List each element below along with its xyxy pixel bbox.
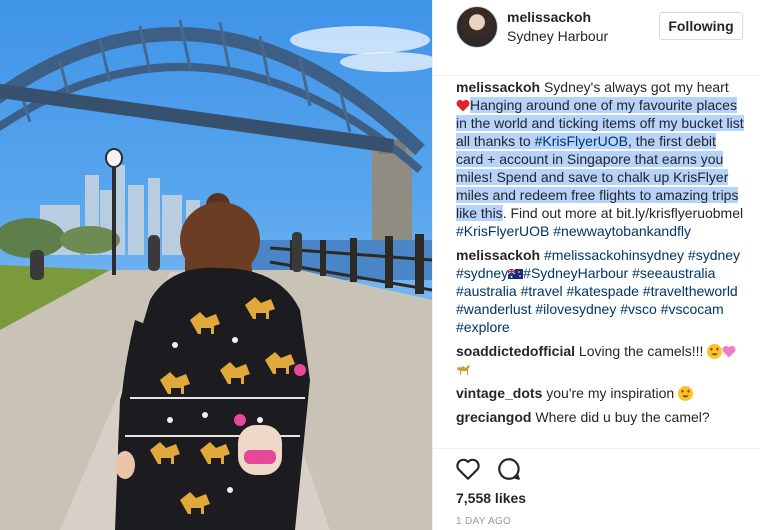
post-photo[interactable] xyxy=(0,0,432,530)
caption-text-start: Sydney's always got my heart xyxy=(540,79,729,95)
post-actions: 7,558 likes 1 DAY AGO xyxy=(433,448,760,530)
comment: melissackoh #melissackohinsydney #sydney… xyxy=(456,246,746,336)
comment-username[interactable]: greciangod xyxy=(456,409,531,425)
likes-count[interactable]: 7,558 likes xyxy=(456,490,526,506)
caption: melissackoh Sydney's always got my heart… xyxy=(456,78,746,240)
comments-list: melissackoh Sydney's always got my heart… xyxy=(456,78,746,432)
hashtag-krisflyeruob[interactable]: #KrisFlyerUOB xyxy=(534,133,628,149)
comment: greciangod Where did u buy the camel? xyxy=(456,408,746,426)
sparkling-heart-icon xyxy=(722,345,736,358)
avatar[interactable] xyxy=(456,6,498,48)
australia-flag-icon xyxy=(508,269,524,279)
hashtag-newwaytobankandfly[interactable]: #newwaytobankandfly xyxy=(553,223,691,239)
caption-username[interactable]: melissackoh xyxy=(456,79,540,95)
following-button[interactable]: Following xyxy=(659,12,743,40)
comment-text: Where did u buy the camel? xyxy=(535,409,710,425)
comment-icon[interactable] xyxy=(496,456,522,482)
comment-text: Loving the camels!!! xyxy=(578,343,704,359)
caption-text-end: . Find out more at bit.ly/krisflyeruobme… xyxy=(502,205,744,221)
post-header: melissackoh Sydney Harbour Following xyxy=(433,0,760,76)
camel-emoji-icon xyxy=(457,365,470,375)
post-timestamp[interactable]: 1 DAY AGO xyxy=(456,516,511,527)
heart-eyes-emoji-icon xyxy=(678,386,694,401)
post-author-username[interactable]: melissackoh xyxy=(507,9,591,25)
comment: vintage_dots you're my inspiration xyxy=(456,384,746,402)
comment-text: you're my inspiration xyxy=(546,385,675,401)
comment-username[interactable]: melissackoh xyxy=(456,247,540,263)
post-details-panel: melissackoh Sydney Harbour Following mel… xyxy=(432,0,760,530)
sydney-harbour-scene xyxy=(0,19,432,530)
heart-emoji-icon xyxy=(456,99,470,112)
heart-eyes-emoji-icon xyxy=(707,344,723,359)
post-location[interactable]: Sydney Harbour xyxy=(507,28,608,44)
comment-username[interactable]: soaddictedofficial xyxy=(456,343,575,359)
comment-username[interactable]: vintage_dots xyxy=(456,385,542,401)
hashtag-krisflyeruob-2[interactable]: #KrisFlyerUOB xyxy=(456,223,549,239)
heart-icon[interactable] xyxy=(455,456,481,482)
comment: soaddictedofficial Loving the camels!!! xyxy=(456,342,746,378)
